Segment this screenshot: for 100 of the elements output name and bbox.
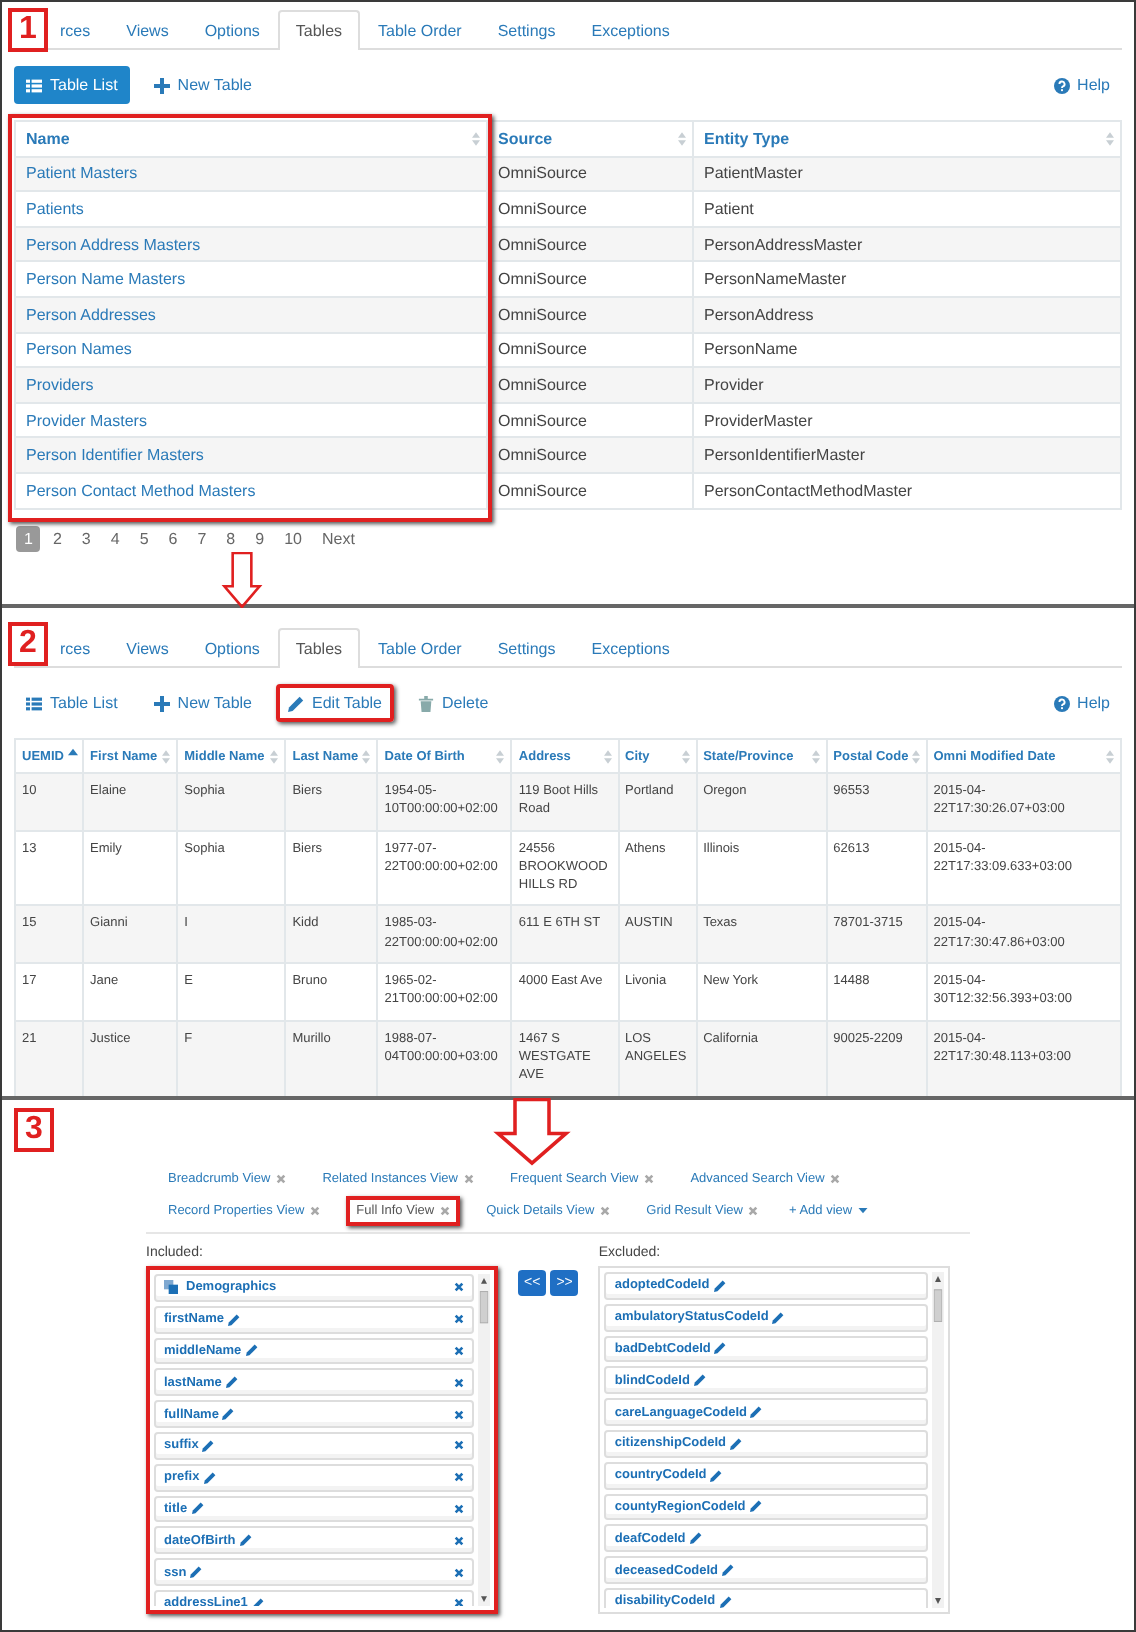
- table-name-link[interactable]: Person Identifier Masters: [15, 437, 487, 473]
- toolbar-button[interactable]: New Table: [141, 66, 265, 104]
- pencil-icon[interactable]: [225, 1376, 238, 1389]
- table-name-link[interactable]: Person Name Masters: [15, 261, 487, 297]
- pencil-icon[interactable]: [202, 1439, 215, 1452]
- pencil-icon[interactable]: [191, 1502, 204, 1515]
- tab[interactable]: Views: [108, 10, 187, 50]
- pencil-icon[interactable]: [772, 1311, 785, 1324]
- pencil-icon[interactable]: [245, 1344, 258, 1357]
- page-link[interactable]: 2: [44, 525, 70, 552]
- column-header[interactable]: Name: [15, 121, 487, 157]
- help-link[interactable]: Help: [1041, 66, 1122, 104]
- tab[interactable]: Options: [186, 10, 278, 50]
- pencil-icon[interactable]: [222, 1408, 235, 1421]
- pencil-icon[interactable]: [251, 1597, 264, 1606]
- tab[interactable]: Options: [186, 628, 278, 668]
- toolbar-button[interactable]: Table List: [14, 66, 130, 104]
- remove-icon[interactable]: [454, 1598, 464, 1606]
- toolbar-button[interactable]: New Table: [141, 684, 265, 722]
- step-badge: 3: [14, 1108, 54, 1152]
- tab[interactable]: Tables: [277, 628, 361, 668]
- page-link[interactable]: 8: [218, 525, 244, 552]
- pencil-icon[interactable]: [689, 1532, 702, 1545]
- pencil-icon[interactable]: [713, 1279, 726, 1292]
- pencil-icon[interactable]: [693, 1374, 706, 1387]
- remove-icon[interactable]: [454, 1345, 464, 1356]
- remove-icon[interactable]: [454, 1503, 464, 1514]
- column-header[interactable]: Entity Type: [693, 121, 1121, 157]
- remove-icon[interactable]: [454, 1567, 464, 1578]
- remove-icon[interactable]: [454, 1472, 464, 1483]
- caret-icon: [858, 1208, 869, 1214]
- stack-icon: [164, 1280, 178, 1295]
- table-name-link[interactable]: Person Address Masters: [15, 226, 487, 262]
- remove-icon[interactable]: [454, 1314, 464, 1325]
- table-name-link[interactable]: Person Contact Method Masters: [15, 472, 487, 509]
- page-link[interactable]: 1: [16, 525, 41, 552]
- remove-icon[interactable]: [454, 1440, 464, 1451]
- tab[interactable]: rces: [42, 10, 109, 50]
- tab[interactable]: Table Order: [360, 10, 480, 50]
- remove-icon[interactable]: [454, 1377, 464, 1388]
- page-link[interactable]: Next: [313, 525, 363, 552]
- pencil-icon[interactable]: [719, 1595, 732, 1608]
- table-cell: PersonAddress: [693, 296, 1121, 333]
- page-link[interactable]: 6: [160, 525, 186, 552]
- help-icon: [1053, 695, 1070, 711]
- remove-icon[interactable]: [454, 1282, 464, 1293]
- toolbar-button[interactable]: Edit Table: [276, 684, 395, 722]
- pencil-icon[interactable]: [750, 1406, 763, 1419]
- tab[interactable]: Exceptions: [573, 10, 688, 50]
- pencil-icon[interactable]: [227, 1313, 240, 1326]
- list-icon: [26, 695, 42, 711]
- pencil-icon[interactable]: [203, 1471, 216, 1484]
- table-cell: OmniSource: [487, 156, 693, 192]
- pencil-icon[interactable]: [710, 1469, 723, 1482]
- table-cell: PatientMaster: [693, 156, 1121, 192]
- pencil-icon[interactable]: [190, 1566, 203, 1579]
- help-link[interactable]: Help: [1041, 684, 1122, 722]
- tab[interactable]: rces: [42, 628, 109, 668]
- page-link[interactable]: 10: [276, 525, 310, 552]
- table-cell: OmniSource: [487, 191, 693, 227]
- step-badge: 1: [8, 8, 48, 52]
- table-cell: PersonContactMethodMaster: [693, 472, 1121, 509]
- tab[interactable]: Settings: [479, 10, 574, 50]
- tab[interactable]: Settings: [479, 628, 574, 668]
- tab[interactable]: Table Order: [360, 628, 480, 668]
- table-name-link[interactable]: Providers: [15, 367, 487, 403]
- table-cell: OmniSource: [487, 437, 693, 473]
- plus-icon: [153, 695, 170, 711]
- page-link[interactable]: 4: [102, 525, 128, 552]
- page-link[interactable]: 9: [247, 525, 273, 552]
- table-cell: Provider: [693, 367, 1121, 403]
- table-cell: PersonIdentifierMaster: [693, 437, 1121, 473]
- pencil-icon[interactable]: [722, 1564, 735, 1577]
- pencil-icon[interactable]: [730, 1437, 742, 1450]
- remove-icon[interactable]: [454, 1409, 464, 1420]
- tab[interactable]: Views: [108, 628, 187, 668]
- table-name-link[interactable]: Person Addresses: [15, 296, 487, 333]
- remove-icon[interactable]: [454, 1535, 464, 1546]
- tab[interactable]: Tables: [277, 10, 361, 50]
- table-name-link[interactable]: Patients: [15, 191, 487, 227]
- page-link[interactable]: 3: [73, 525, 99, 552]
- pencil-icon[interactable]: [714, 1342, 727, 1355]
- table-cell: OmniSource: [487, 261, 693, 297]
- tab[interactable]: Exceptions: [573, 628, 688, 668]
- column-header[interactable]: Source: [487, 121, 693, 157]
- page-link[interactable]: 5: [131, 525, 157, 552]
- page-link[interactable]: 7: [189, 525, 215, 552]
- scrollbar[interactable]: [932, 1272, 945, 1608]
- trash-icon: [418, 695, 435, 711]
- toolbar-button[interactable]: Table List: [14, 684, 130, 722]
- pencil-icon[interactable]: [239, 1534, 252, 1547]
- table-cell: OmniSource: [487, 367, 693, 403]
- scrollbar[interactable]: [478, 1274, 490, 1606]
- toolbar-button[interactable]: Delete: [406, 684, 501, 722]
- table-cell: PersonNameMaster: [693, 261, 1121, 297]
- pencil-icon[interactable]: [749, 1500, 762, 1513]
- table-cell: OmniSource: [487, 472, 693, 509]
- table-name-link[interactable]: Patient Masters: [15, 156, 487, 192]
- list-icon: [26, 77, 42, 93]
- table-cell: OmniSource: [487, 226, 693, 262]
